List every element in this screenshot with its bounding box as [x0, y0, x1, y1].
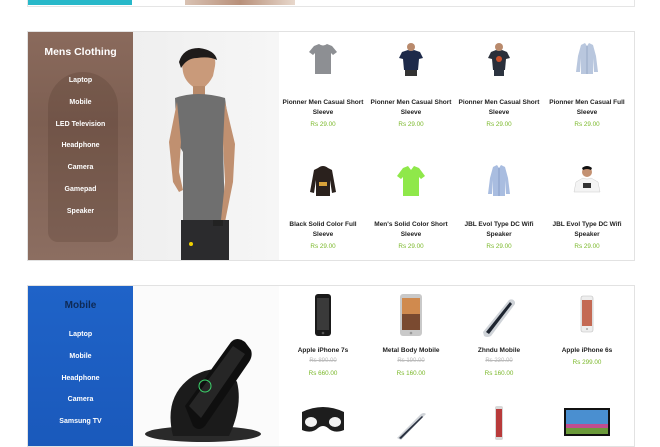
- menu-item-mobile[interactable]: Mobile: [28, 92, 133, 114]
- menu-item-samsung-tv[interactable]: Samsung TV: [28, 411, 133, 433]
- menu-item-laptop[interactable]: Laptop: [28, 70, 133, 92]
- product-name[interactable]: Pionner Men Casual Short Sleeve: [455, 98, 543, 118]
- product-name[interactable]: Metal Body Mobile: [367, 346, 455, 356]
- tv-icon: [564, 404, 610, 438]
- product-card[interactable]: Pionner Men Casual Short Sleeve Rs 29.00: [367, 42, 455, 130]
- navy-tshirt-icon: [396, 42, 426, 76]
- menu-item-camera[interactable]: Camera: [28, 389, 133, 411]
- mens-clothing-section: Mens Clothing Laptop Mobile LED Televisi…: [27, 31, 635, 261]
- product-card[interactable]: [455, 406, 543, 440]
- mens-product-grid: Pionner Men Casual Short Sleeve Rs 29.00…: [279, 32, 634, 260]
- phone-icon: [308, 294, 338, 336]
- product-name[interactable]: Black Solid Color Full Sleeve: [279, 220, 367, 240]
- product-name[interactable]: JBL Evol Type DC Wifi Speaker: [543, 220, 631, 240]
- product-card[interactable]: Pionner Men Casual Short Sleeve Rs 29.00: [279, 42, 367, 130]
- green-polo-icon: [396, 164, 426, 198]
- product-card[interactable]: JBL Evol Type DC Wifi Speaker Rs 29.00: [543, 164, 631, 252]
- product-old-price: Rs 890.00: [309, 358, 337, 364]
- product-card[interactable]: Pionner Men Casual Short Sleeve Rs 29.00: [455, 42, 543, 130]
- product-price: Rs 29.00: [398, 121, 424, 128]
- product-name[interactable]: Apple iPhone 7s: [279, 346, 367, 356]
- tablet-icon: [396, 294, 426, 336]
- product-name[interactable]: Apple iPhone 6s: [543, 346, 631, 356]
- product-price: Rs 29.00: [486, 121, 512, 128]
- slim-phone-icon: [396, 410, 426, 444]
- product-name[interactable]: Men's Solid Color Short Sleeve: [367, 220, 455, 240]
- angled-phone-icon: [483, 294, 515, 337]
- mobile-section: Mobile Laptop Mobile Headphone Camera Sa…: [27, 285, 635, 447]
- product-card[interactable]: Zhndu Mobile Rs 230.00 Rs 160.00: [455, 294, 543, 379]
- man-model-image: [169, 48, 235, 260]
- product-card[interactable]: JBL Evol Type DC Wifi Speaker Rs 29.00: [455, 164, 543, 252]
- product-name[interactable]: Pionner Men Casual Full Sleeve: [543, 98, 631, 118]
- product-card[interactable]: Apple iPhone 6s Rs 299.00: [543, 294, 631, 368]
- mobile-category-menu: Laptop Mobile Headphone Camera Samsung T…: [28, 324, 133, 433]
- mobile-category-title: Mobile: [64, 300, 97, 311]
- menu-item-mobile[interactable]: Mobile: [28, 346, 133, 368]
- white-phone-icon: [572, 294, 602, 333]
- product-card[interactable]: [367, 410, 455, 444]
- product-price: Rs 299.00: [572, 359, 602, 366]
- mobile-category-sidebar: Mobile Laptop Mobile Headphone Camera Sa…: [28, 286, 133, 446]
- product-price: Rs 29.00: [574, 121, 600, 128]
- product-name[interactable]: JBL Evol Type DC Wifi Speaker: [455, 220, 543, 240]
- previous-section-banner: [185, 0, 295, 5]
- product-price: Rs 29.00: [310, 121, 336, 128]
- previous-section-strip: [27, 0, 635, 7]
- product-card[interactable]: Pionner Men Casual Full Sleeve Rs 29.00: [543, 42, 631, 130]
- product-price: Rs 660.00: [308, 370, 338, 377]
- product-name[interactable]: Pionner Men Casual Short Sleeve: [367, 98, 455, 118]
- model-tshirt-icon: [572, 164, 602, 198]
- product-card[interactable]: Apple iPhone 7s Rs 890.00 Rs 660.00: [279, 294, 367, 379]
- product-card[interactable]: Metal Body Mobile Rs 190.00 Rs 160.00: [367, 294, 455, 379]
- product-old-price: Rs 230.00: [485, 358, 513, 364]
- previous-section-sidebar: [28, 0, 132, 5]
- menu-item-gamepad[interactable]: Gamepad: [28, 179, 133, 201]
- blue-shirt-icon: [484, 164, 514, 198]
- product-name[interactable]: Pionner Men Casual Short Sleeve: [279, 98, 367, 118]
- mens-category-menu: Laptop Mobile LED Television Headphone C…: [28, 70, 133, 223]
- product-price: Rs 160.00: [484, 370, 514, 377]
- product-price: Rs 29.00: [574, 243, 600, 250]
- mens-banner-image[interactable]: [133, 32, 279, 260]
- menu-item-headphone[interactable]: Headphone: [28, 368, 133, 390]
- product-price: Rs 29.00: [398, 243, 424, 250]
- product-price: Rs 29.00: [486, 243, 512, 250]
- mobile-banner-image[interactable]: [133, 286, 279, 446]
- menu-item-camera[interactable]: Camera: [28, 157, 133, 179]
- shirt-icon: [572, 42, 602, 76]
- product-card[interactable]: [279, 400, 367, 434]
- hoodie-icon: [308, 164, 338, 198]
- product-price: Rs 29.00: [310, 243, 336, 250]
- menu-item-led-television[interactable]: LED Television: [28, 114, 133, 136]
- grey-tshirt-icon: [308, 42, 338, 76]
- mobile-product-grid: Apple iPhone 7s Rs 890.00 Rs 660.00 Meta…: [279, 286, 634, 446]
- red-phone-icon: [484, 406, 514, 440]
- printed-tshirt-icon: [484, 42, 514, 76]
- product-card[interactable]: Men's Solid Color Short Sleeve Rs 29.00: [367, 164, 455, 252]
- product-price: Rs 160.00: [396, 370, 426, 377]
- wireless-charger-image: [145, 339, 261, 442]
- product-card[interactable]: [543, 404, 631, 438]
- product-old-price: Rs 190.00: [397, 358, 425, 364]
- product-name[interactable]: Zhndu Mobile: [455, 346, 543, 356]
- vr-headset-icon: [302, 400, 344, 434]
- product-card[interactable]: Black Solid Color Full Sleeve Rs 29.00: [279, 164, 367, 252]
- mens-category-sidebar: Mens Clothing Laptop Mobile LED Televisi…: [28, 32, 133, 260]
- menu-item-laptop[interactable]: Laptop: [28, 324, 133, 346]
- mens-category-title: Mens Clothing: [44, 46, 117, 58]
- menu-item-headphone[interactable]: Headphone: [28, 135, 133, 157]
- menu-item-speaker[interactable]: Speaker: [28, 201, 133, 223]
